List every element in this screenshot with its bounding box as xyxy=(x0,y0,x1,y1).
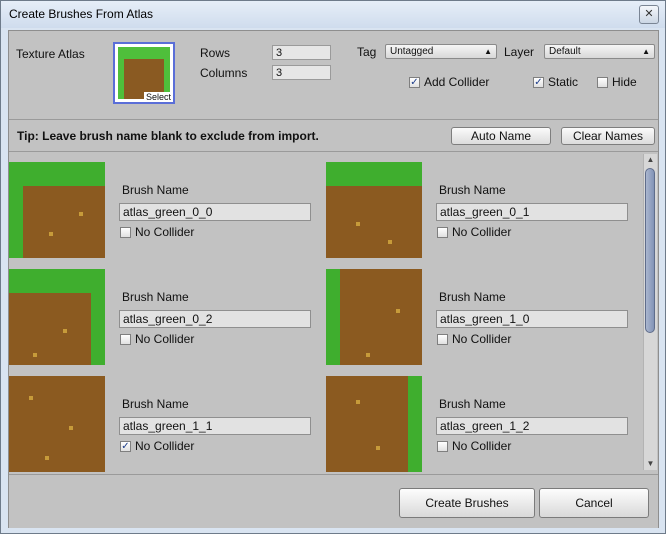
brush-item: Brush Name atlas_green_1_2 No Collider xyxy=(326,376,643,472)
scroll-thumb[interactable] xyxy=(645,168,655,333)
brush-tile-image xyxy=(9,269,105,365)
tip-bar: Tip: Leave brush name blank to exclude f… xyxy=(9,119,658,152)
tag-dropdown[interactable]: Untagged ▲ xyxy=(385,44,497,59)
brush-item: Brush Name atlas_green_0_2 No Collider xyxy=(9,269,326,367)
layer-dropdown[interactable]: Default ▲ xyxy=(544,44,655,59)
scroll-down-arrow-icon[interactable]: ▼ xyxy=(644,458,657,470)
columns-label: Columns xyxy=(200,66,248,80)
no-collider-label: No Collider xyxy=(135,225,195,239)
brush-name-label: Brush Name xyxy=(439,397,506,411)
auto-name-button[interactable]: Auto Name xyxy=(451,127,551,145)
no-collider-checkbox[interactable] xyxy=(437,227,448,238)
clear-names-button[interactable]: Clear Names xyxy=(561,127,655,145)
no-collider-label: No Collider xyxy=(452,439,512,453)
brush-list[interactable]: Brush Name atlas_green_0_0 No Collider B… xyxy=(9,152,658,472)
rows-label: Rows xyxy=(200,46,231,60)
texture-atlas-label: Texture Atlas xyxy=(16,47,85,61)
no-collider-checkbox[interactable]: ✓ xyxy=(120,441,131,452)
brush-item: Brush Name atlas_green_1_0 No Collider xyxy=(326,269,643,367)
brush-tile-image xyxy=(326,376,422,472)
select-button[interactable]: Select xyxy=(143,92,173,102)
no-collider-checkbox[interactable] xyxy=(120,334,131,345)
cancel-button[interactable]: Cancel xyxy=(539,488,649,518)
static-label: Static xyxy=(548,75,579,89)
brush-item: Brush Name atlas_green_0_1 No Collider xyxy=(326,162,643,260)
no-collider-label: No Collider xyxy=(452,332,512,346)
dropdown-arrow-icon: ▲ xyxy=(484,47,492,56)
brush-name-label: Brush Name xyxy=(122,290,189,304)
brush-name-label: Brush Name xyxy=(122,183,189,197)
brush-name-label: Brush Name xyxy=(439,290,506,304)
brush-name-label: Brush Name xyxy=(439,183,506,197)
tag-dropdown-value: Untagged xyxy=(390,46,434,57)
tag-label: Tag xyxy=(357,45,377,59)
brush-name-input[interactable]: atlas_green_1_0 xyxy=(436,310,628,328)
add-collider-checkbox[interactable]: ✓ xyxy=(409,77,420,88)
brush-name-input[interactable]: atlas_green_1_1 xyxy=(119,417,311,435)
layer-dropdown-value: Default xyxy=(549,46,581,57)
hide-label: Hide xyxy=(612,75,637,89)
dropdown-arrow-icon: ▲ xyxy=(642,47,650,56)
brush-name-input[interactable]: atlas_green_0_2 xyxy=(119,310,311,328)
vertical-scrollbar[interactable]: ▲ ▼ xyxy=(643,154,657,470)
brush-tile-image xyxy=(9,162,105,258)
brush-item: Brush Name atlas_green_1_1 ✓ No Collider xyxy=(9,376,326,472)
scroll-up-arrow-icon[interactable]: ▲ xyxy=(644,154,657,166)
brush-tile-image xyxy=(326,162,422,258)
brush-item: Brush Name atlas_green_0_0 No Collider xyxy=(9,162,326,260)
no-collider-label: No Collider xyxy=(452,225,512,239)
static-checkbox[interactable]: ✓ xyxy=(533,77,544,88)
close-icon: ✕ xyxy=(644,8,654,20)
title-bar[interactable]: Create Brushes From Atlas ✕ xyxy=(1,1,665,28)
brush-tile-image xyxy=(9,376,105,472)
brush-name-input[interactable]: atlas_green_1_2 xyxy=(436,417,628,435)
tip-text: Tip: Leave brush name blank to exclude f… xyxy=(17,129,319,143)
brush-name-label: Brush Name xyxy=(122,397,189,411)
rows-input[interactable]: 3 xyxy=(272,45,331,60)
no-collider-checkbox[interactable] xyxy=(120,227,131,238)
create-brushes-button[interactable]: Create Brushes xyxy=(399,488,535,518)
hide-checkbox[interactable] xyxy=(597,77,608,88)
layer-label: Layer xyxy=(504,45,535,59)
texture-atlas-field[interactable]: Select xyxy=(113,42,175,104)
brush-tile-image xyxy=(326,269,422,365)
atlas-settings-panel: Texture Atlas Select Rows 3 Columns 3 Ta… xyxy=(9,31,658,119)
columns-input[interactable]: 3 xyxy=(272,65,331,80)
content-area: Texture Atlas Select Rows 3 Columns 3 Ta… xyxy=(8,30,659,528)
no-collider-label: No Collider xyxy=(135,439,195,453)
brush-name-input[interactable]: atlas_green_0_1 xyxy=(436,203,628,221)
add-collider-label: Add Collider xyxy=(424,75,490,89)
no-collider-checkbox[interactable] xyxy=(437,441,448,452)
footer-bar: Create Brushes Cancel xyxy=(9,474,658,528)
brush-name-input[interactable]: atlas_green_0_0 xyxy=(119,203,311,221)
dialog-window: Create Brushes From Atlas ✕ Texture Atla… xyxy=(0,0,666,534)
no-collider-checkbox[interactable] xyxy=(437,334,448,345)
no-collider-label: No Collider xyxy=(135,332,195,346)
window-title: Create Brushes From Atlas xyxy=(9,7,154,21)
close-button[interactable]: ✕ xyxy=(639,5,659,24)
